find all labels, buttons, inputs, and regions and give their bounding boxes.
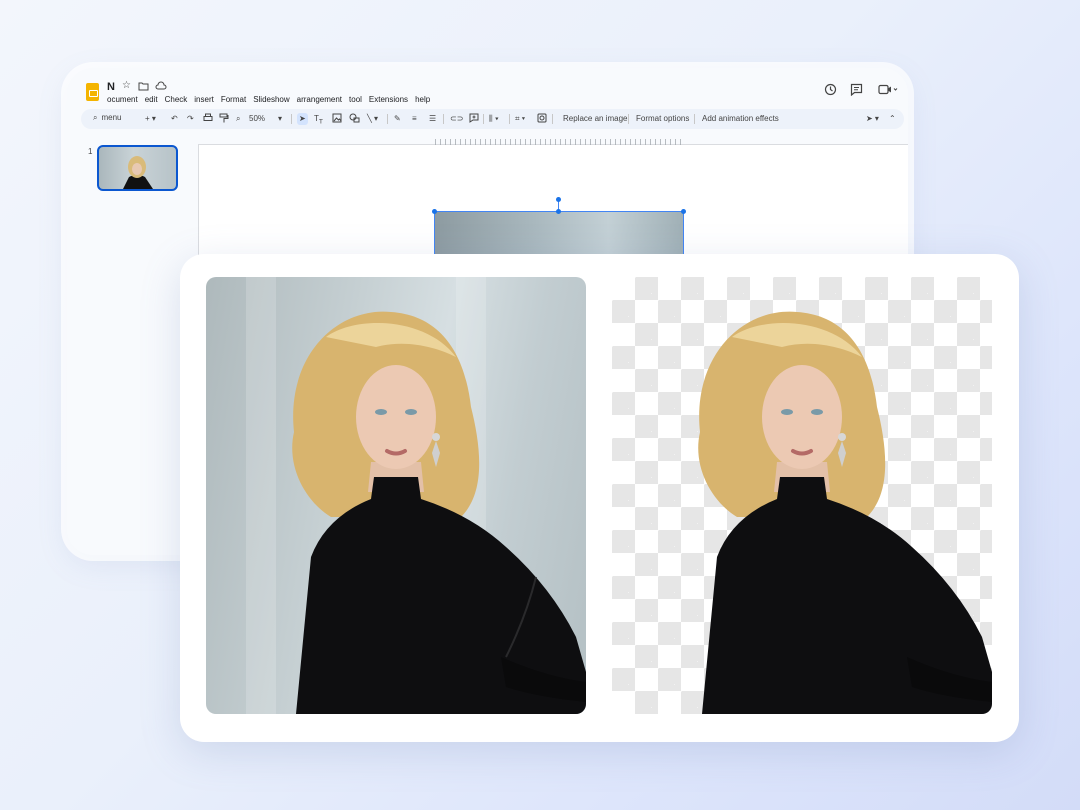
link-icon[interactable]: ⊂⊃ xyxy=(450,113,463,125)
search-menus[interactable]: ⌕ menu xyxy=(89,113,122,123)
portrait-cutout xyxy=(698,311,992,714)
menu-extensions[interactable]: Extensions xyxy=(369,95,408,104)
shape-icon[interactable] xyxy=(349,113,360,127)
menu-edit[interactable]: edit xyxy=(145,95,158,104)
zoom-value: 50% xyxy=(249,114,266,123)
border-weight-icon[interactable]: ≡ xyxy=(412,113,417,125)
toolbar-divider xyxy=(628,114,629,124)
document-title[interactable]: N xyxy=(107,81,115,93)
text-box-icon[interactable]: TT xyxy=(314,113,323,129)
add-comment-icon[interactable] xyxy=(469,113,479,127)
menu-document[interactable]: ocument xyxy=(107,95,138,104)
menu-help[interactable]: help xyxy=(415,95,430,104)
insert-image-icon[interactable] xyxy=(332,113,342,127)
title-bar: N ☆ ocument edit Check insert Format Sli… xyxy=(67,68,908,110)
slide-thumbnail[interactable] xyxy=(97,145,178,191)
editing-mode-icon[interactable]: ➤ ▾ xyxy=(866,113,879,125)
collapse-toolbar-icon[interactable]: ⌃ xyxy=(889,113,896,125)
toolbar-divider xyxy=(552,114,553,124)
redo-icon[interactable]: ↷ xyxy=(187,113,194,125)
paint-format-icon[interactable] xyxy=(219,113,229,127)
border-dash-icon[interactable]: ☰ xyxy=(429,113,436,125)
undo-icon[interactable]: ↶ xyxy=(171,113,178,125)
menu-check[interactable]: Check xyxy=(165,95,188,104)
zoom-icon[interactable]: ⌕ xyxy=(236,113,240,125)
cloud-status-icon[interactable] xyxy=(155,81,167,94)
line-tool-icon[interactable]: ╲ ▾ xyxy=(367,113,378,125)
pen-icon[interactable]: ✎ xyxy=(394,113,401,125)
zoom-dropdown-icon[interactable]: ▾ xyxy=(278,113,282,125)
select-tool-icon[interactable]: ➤ xyxy=(297,113,308,125)
toolbar-divider xyxy=(443,114,444,124)
portrait-original xyxy=(292,311,586,714)
resize-handle-top-right[interactable] xyxy=(681,209,686,214)
zoom-select[interactable]: 50% xyxy=(249,113,265,125)
rotate-handle[interactable] xyxy=(556,197,561,202)
folder-move-icon[interactable] xyxy=(138,81,149,94)
menu-format[interactable]: Format xyxy=(221,95,246,104)
print-icon[interactable] xyxy=(203,113,213,127)
format-options-button[interactable]: Format options xyxy=(636,113,689,125)
resize-handle-top-left[interactable] xyxy=(432,209,437,214)
menu-insert[interactable]: insert xyxy=(194,95,214,104)
comparison-card xyxy=(180,254,1019,742)
animation-button[interactable]: Add animation effects xyxy=(702,113,779,125)
background-removed-photo xyxy=(612,277,992,714)
mask-image-icon[interactable] xyxy=(537,113,547,127)
menu-tool[interactable]: tool xyxy=(349,95,362,104)
slide-number: 1 xyxy=(88,147,93,156)
slides-logo-icon[interactable] xyxy=(86,83,99,101)
resize-handle-top[interactable] xyxy=(556,209,561,214)
original-photo xyxy=(206,277,586,714)
search-menus-label: menu xyxy=(101,113,122,122)
video-call-icon[interactable] xyxy=(878,83,898,98)
menu-arrangement[interactable]: arrangement xyxy=(297,95,342,104)
thumbnail-portrait xyxy=(123,156,153,189)
star-icon[interactable]: ☆ xyxy=(122,81,131,91)
replace-image-button[interactable]: Replace an image xyxy=(563,113,627,125)
toolbar-divider xyxy=(694,114,695,124)
menu-bar: ocument edit Check insert Format Slidesh… xyxy=(107,95,430,104)
toolbar-divider xyxy=(387,114,388,124)
new-slide-icon[interactable]: + ▾ xyxy=(145,113,156,125)
menu-slideshow[interactable]: Slideshow xyxy=(253,95,289,104)
toolbar-divider xyxy=(291,114,292,124)
search-icon: ⌕ xyxy=(93,113,98,122)
main-toolbar: ⌕menu + ▾ ↶ ↷ ⌕ 50% ▾ ➤ TT ╲ ▾ ✎ ≡ ☰ ⊂⊃ xyxy=(81,109,904,129)
history-icon[interactable] xyxy=(824,83,837,98)
ruler xyxy=(435,139,683,145)
comments-icon[interactable] xyxy=(850,83,863,98)
crop-icon[interactable]: ⌗ ▾ xyxy=(515,113,525,125)
toolbar-divider xyxy=(509,114,510,124)
toolbar-divider xyxy=(483,114,484,124)
align-icon[interactable]: ⫼ ▾ xyxy=(489,113,499,125)
